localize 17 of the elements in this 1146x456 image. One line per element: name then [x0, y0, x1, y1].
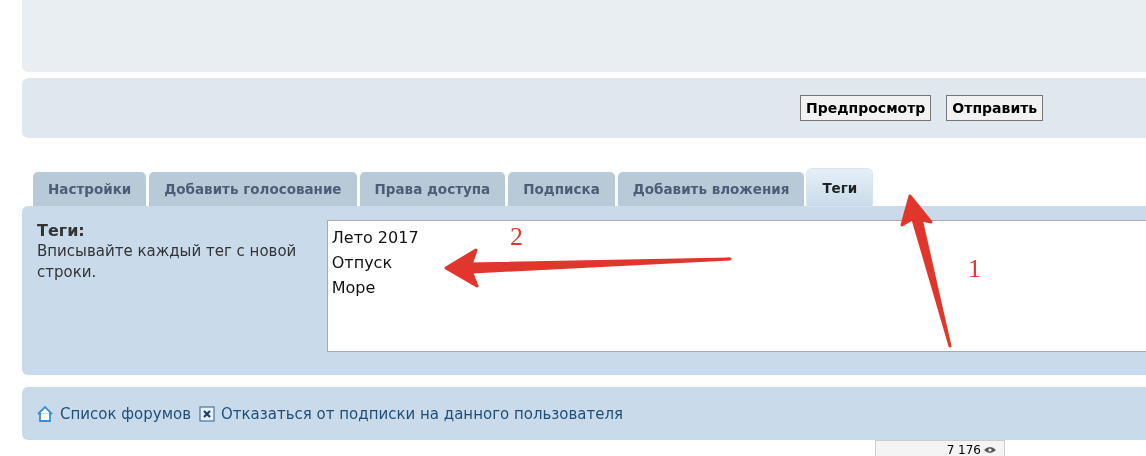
tab[interactable]: Подписка	[508, 172, 615, 206]
tab[interactable]: Добавить голосование	[149, 172, 357, 206]
annotation-number: 2	[510, 222, 523, 252]
footer-link[interactable]: Список форумов	[36, 404, 191, 423]
tab[interactable]: Добавить вложения	[617, 172, 805, 206]
tab[interactable]: Настройки	[33, 172, 147, 206]
tab[interactable]: Права доступа	[359, 172, 506, 206]
action-button[interactable]: Отправить	[946, 95, 1044, 121]
tags-hint: Вписывайте каждый тег с новой строки.	[37, 241, 298, 283]
annotation-number: 1	[968, 254, 981, 284]
home-icon	[36, 404, 54, 423]
tags-title: Теги:	[37, 220, 86, 241]
footer-link[interactable]: Отказаться от подписки на данного пользователя	[199, 404, 624, 423]
view-count: 7 176	[946, 443, 981, 456]
close-icon	[199, 405, 215, 422]
tab[interactable]: Теги	[807, 169, 873, 206]
action-button[interactable]: Предпросмотр	[800, 95, 932, 121]
